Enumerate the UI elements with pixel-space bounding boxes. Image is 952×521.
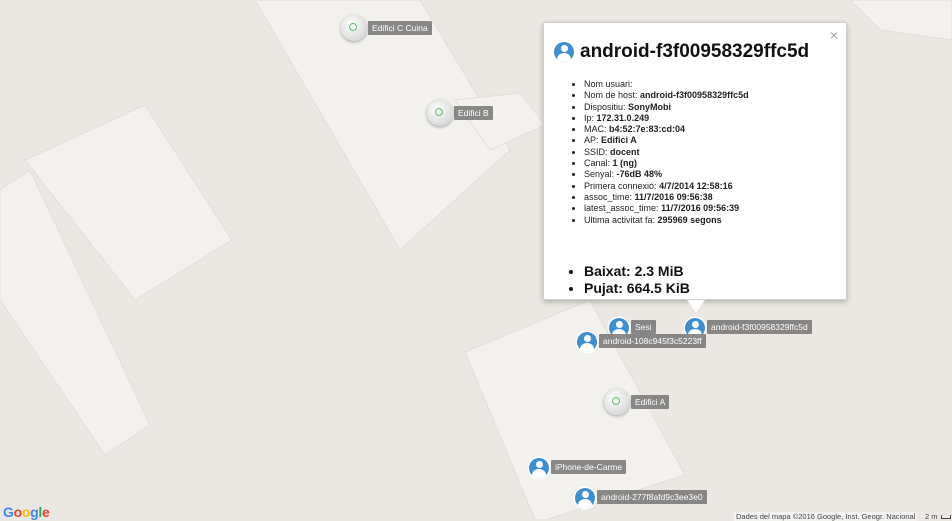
traffic-item-download: Baixat: 2.3 MiB xyxy=(584,263,690,280)
client-label: android-f3f00958329ffc5d xyxy=(707,320,812,334)
detail-value: 1 (ng) xyxy=(612,158,638,169)
client-label: android-108c945f3c5223ff xyxy=(599,334,706,348)
detail-value: 172.31.0.249 xyxy=(596,112,650,123)
detail-value: b4:52:7e:83:cd:04 xyxy=(609,124,686,135)
access-point-icon[interactable] xyxy=(427,100,453,126)
detail-value: SonyMobi xyxy=(628,101,672,112)
traffic-value: 2.3 MiB xyxy=(634,263,684,279)
google-logo-letter: o xyxy=(21,504,31,520)
traffic-label: Baixat: xyxy=(584,263,631,279)
traffic-item-upload: Pujat: 664.5 KiB xyxy=(584,280,690,297)
google-logo-letter: G xyxy=(3,504,14,520)
detail-label: latest_assoc_time: xyxy=(584,203,659,214)
detail-label: assoc_time: xyxy=(584,191,633,202)
client-label: Sesi xyxy=(631,320,656,334)
detail-value: 4/7/2014 12:58:16 xyxy=(659,180,733,191)
ap-label: Edifici C Cuina xyxy=(368,21,432,35)
client-info-window: × android-f3f00958329ffc5d Nom usuari: N… xyxy=(543,22,847,312)
user-icon[interactable] xyxy=(529,458,549,478)
detail-value: docent xyxy=(610,146,640,157)
google-logo-letter: o xyxy=(13,504,23,520)
traffic-value: 664.5 KiB xyxy=(626,280,690,296)
detail-label: AP: xyxy=(584,135,599,146)
detail-value: 295969 segons xyxy=(657,214,722,225)
user-icon[interactable] xyxy=(577,332,597,352)
detail-value: android-f3f00958329ffc5d xyxy=(640,90,749,101)
access-point-icon[interactable] xyxy=(604,389,630,415)
scale-bar xyxy=(941,515,951,519)
detail-label: SSID: xyxy=(584,146,608,157)
detail-label: Dispositiu: xyxy=(584,101,626,112)
detail-value: 11/7/2016 09:56:38 xyxy=(634,191,713,202)
detail-item-mac: MAC: b4:52:7e:83:cd:04 xyxy=(584,124,749,135)
google-logo[interactable]: Google xyxy=(3,504,50,520)
detail-value: -76dB 48% xyxy=(616,169,663,180)
close-icon[interactable]: × xyxy=(830,27,838,43)
google-logo-letter: e xyxy=(41,504,50,520)
detail-item-signal: Senyal: -76dB 48% xyxy=(584,169,749,180)
detail-label: Ip: xyxy=(584,112,595,123)
info-window-tail xyxy=(687,300,705,312)
access-point-icon[interactable] xyxy=(341,15,367,41)
detail-label: Ultima activitat fa: xyxy=(584,214,656,225)
traffic-summary-list: Baixat: 2.3 MiB Pujat: 664.5 KiB xyxy=(554,263,690,297)
detail-value: Edifici A xyxy=(601,135,637,146)
detail-label: Nom de host: xyxy=(584,90,638,101)
ap-label: Edifici A xyxy=(631,395,670,409)
client-details-list: Nom usuari: Nom de host: android-f3f0095… xyxy=(554,79,749,226)
info-window-header: android-f3f00958329ffc5d xyxy=(554,41,809,63)
detail-item-ip: Ip: 172.31.0.249 xyxy=(584,113,749,124)
detail-item-first-connection: Primera connexió: 4/7/2014 12:58:16 xyxy=(584,181,749,192)
detail-value: 11/7/2016 09:56:39 xyxy=(661,203,740,214)
detail-item-channel: Canal: 1 (ng) xyxy=(584,158,749,169)
info-window-title: android-f3f00958329ffc5d xyxy=(580,41,810,62)
client-label: iPhone-de-Carme xyxy=(551,460,627,474)
ap-label: Edifici B xyxy=(454,106,493,120)
detail-label: Canal: xyxy=(584,158,611,169)
detail-label: Nom usuari: xyxy=(584,79,633,89)
detail-item-device: Dispositiu: SonyMobi xyxy=(584,102,749,113)
client-label: android-277f8afd9c3ee3e0 xyxy=(597,490,707,504)
detail-item-ssid: SSID: docent xyxy=(584,147,749,158)
traffic-label: Pujat: xyxy=(584,280,623,296)
detail-item-host: Nom de host: android-f3f00958329ffc5d xyxy=(584,90,749,101)
detail-item-latest-assoc-time: latest_assoc_time: 11/7/2016 09:56:39 xyxy=(584,203,749,214)
detail-item-assoc-time: assoc_time: 11/7/2016 09:56:38 xyxy=(584,192,749,203)
user-icon[interactable] xyxy=(575,488,595,508)
user-icon xyxy=(554,42,574,62)
detail-label: MAC: xyxy=(584,124,607,135)
detail-item-last-activity: Ultima activitat fa: 295969 segons xyxy=(584,215,749,226)
detail-item-user: Nom usuari: xyxy=(584,79,749,90)
detail-label: Senyal: xyxy=(584,169,615,180)
detail-label: Primera connexió: xyxy=(584,180,657,191)
detail-item-ap: AP: Edifici A xyxy=(584,135,749,146)
